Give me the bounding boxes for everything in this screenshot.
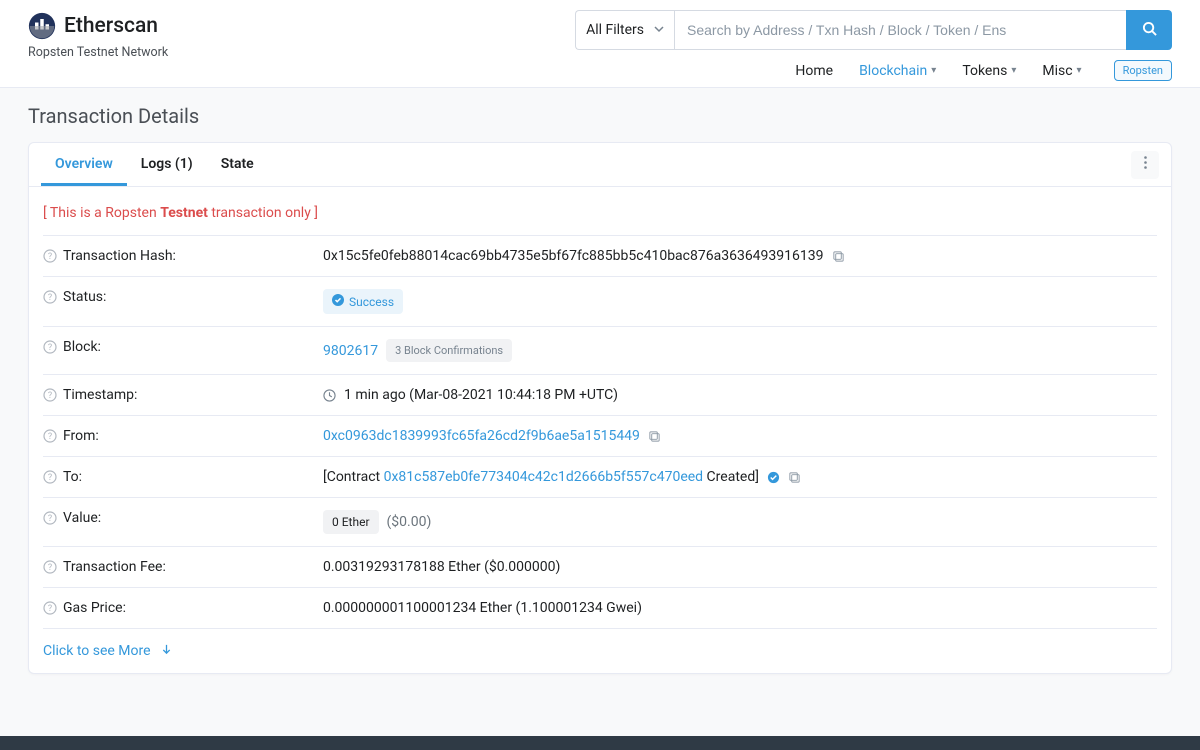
help-icon[interactable]: ? [43,560,57,574]
row-status: ? Status: Success [43,276,1157,326]
chevron-down-icon [654,22,664,38]
header-right: All Filters Home Blockchain ▾ Tokens ▾ [575,10,1172,81]
tx-card: Overview Logs (1) State [ This is a Rops… [28,142,1172,674]
tabs: Overview Logs (1) State [41,143,268,186]
row-fee: ? Transaction Fee: 0.00319293178188 Ethe… [43,546,1157,587]
search-button[interactable] [1126,10,1172,50]
help-icon[interactable]: ? [43,290,57,304]
check-circle-icon [332,294,344,309]
row-block: ? Block: 9802617 3 Block Confirmations [43,326,1157,374]
copy-icon[interactable] [788,471,801,484]
value-block: 9802617 3 Block Confirmations [323,339,1157,362]
label-txhash: ? Transaction Hash: [43,248,323,264]
testnet-notice: [ This is a Ropsten Testnet transaction … [43,201,1157,235]
card-body: [ This is a Ropsten Testnet transaction … [29,187,1171,673]
search-icon [1142,21,1157,39]
help-icon[interactable]: ? [43,388,57,402]
help-icon[interactable]: ? [43,429,57,443]
brand-logo[interactable]: Etherscan [28,12,168,40]
chevron-down-icon: ▾ [931,65,936,76]
tab-overview[interactable]: Overview [41,143,127,186]
label-to: ? To: [43,469,323,485]
page-title: Transaction Details [28,104,1172,128]
svg-text:?: ? [48,563,52,573]
etherscan-logo-icon [28,12,56,40]
search-filter-dropdown[interactable]: All Filters [575,10,674,50]
svg-text:?: ? [48,391,52,401]
value-status: Success [323,289,1157,314]
search-input[interactable] [674,10,1126,50]
svg-text:?: ? [48,252,52,262]
nav-home[interactable]: Home [795,63,833,79]
label-fee: ? Transaction Fee: [43,559,323,575]
row-txhash: ? Transaction Hash: 0x15c5fe0feb88014cac… [43,235,1157,276]
more-menu-button[interactable] [1131,151,1159,179]
row-gas: ? Gas Price: 0.000000001100001234 Ether … [43,587,1157,628]
svg-text:?: ? [48,432,52,442]
show-more-button[interactable]: Click to see More [43,628,1157,673]
help-icon[interactable]: ? [43,470,57,484]
row-from: ? From: 0xc0963dc1839993fc65fa26cd2f9b6a… [43,415,1157,456]
row-to: ? To: [Contract 0x81c587eb0fe773404c42c1… [43,456,1157,497]
label-value: ? Value: [43,510,323,526]
value-gas: 0.000000001100001234 Ether (1.100001234 … [323,600,1157,616]
header-left: Etherscan Ropsten Testnet Network [28,10,168,60]
to-address-link[interactable]: 0x81c587eb0fe773404c42c1d2666b5f557c470e… [384,469,703,485]
brand-name: Etherscan [64,14,158,38]
copy-icon[interactable] [648,430,661,443]
help-icon[interactable]: ? [43,340,57,354]
clock-icon [323,389,336,402]
label-status: ? Status: [43,289,323,305]
label-timestamp: ? Timestamp: [43,387,323,403]
search-bar: All Filters [575,10,1172,50]
main-container: Transaction Details Overview Logs (1) St… [0,88,1200,702]
confirmations-badge: 3 Block Confirmations [386,339,512,362]
chevron-down-icon: ▾ [1077,65,1082,76]
nav-misc[interactable]: Misc ▾ [1042,63,1081,79]
svg-text:?: ? [48,604,52,614]
chevron-down-icon: ▾ [1011,65,1016,76]
footer [0,736,1200,750]
svg-text:?: ? [48,514,52,524]
svg-text:?: ? [48,473,52,483]
from-address-link[interactable]: 0xc0963dc1839993fc65fa26cd2f9b6ae5a15154… [323,428,640,444]
value-badge: 0 Ether [323,510,379,534]
tab-logs[interactable]: Logs (1) [127,143,207,186]
label-from: ? From: [43,428,323,444]
nav-blockchain[interactable]: Blockchain ▾ [859,63,936,79]
copy-icon[interactable] [832,250,845,263]
value-fee: 0.00319293178188 Ether ($0.000000) [323,559,1157,575]
row-timestamp: ? Timestamp: 1 min ago (Mar-08-2021 10:4… [43,374,1157,415]
value-to: [Contract 0x81c587eb0fe773404c42c1d2666b… [323,469,1157,485]
kebab-icon [1144,156,1147,173]
help-icon[interactable]: ? [43,249,57,263]
filter-label: All Filters [586,22,644,38]
label-block: ? Block: [43,339,323,355]
label-gas: ? Gas Price: [43,600,323,616]
network-label: Ropsten Testnet Network [28,45,168,60]
block-link[interactable]: 9802617 [323,343,378,359]
value-txhash: 0x15c5fe0feb88014cac69bb4735e5bf67fc885b… [323,248,1157,264]
arrow-down-icon [161,643,172,659]
network-badge[interactable]: Ropsten [1114,60,1172,81]
nav-tokens[interactable]: Tokens ▾ [962,63,1016,79]
value-from: 0xc0963dc1839993fc65fa26cd2f9b6ae5a15154… [323,428,1157,444]
help-icon[interactable]: ? [43,601,57,615]
value-timestamp: 1 min ago (Mar-08-2021 10:44:18 PM +UTC) [323,387,1157,403]
help-icon[interactable]: ? [43,511,57,525]
value-usd: ($0.00) [387,514,432,530]
tab-state[interactable]: State [207,143,268,186]
status-badge: Success [323,289,403,314]
site-header: Etherscan Ropsten Testnet Network All Fi… [0,0,1200,88]
main-nav: Home Blockchain ▾ Tokens ▾ Misc ▾ Ropste… [795,60,1172,81]
row-value: ? Value: 0 Ether ($0.00) [43,497,1157,546]
verified-icon [767,471,780,484]
value-value: 0 Ether ($0.00) [323,510,1157,534]
tabs-bar: Overview Logs (1) State [29,143,1171,187]
svg-text:?: ? [48,343,52,353]
svg-text:?: ? [48,293,52,303]
